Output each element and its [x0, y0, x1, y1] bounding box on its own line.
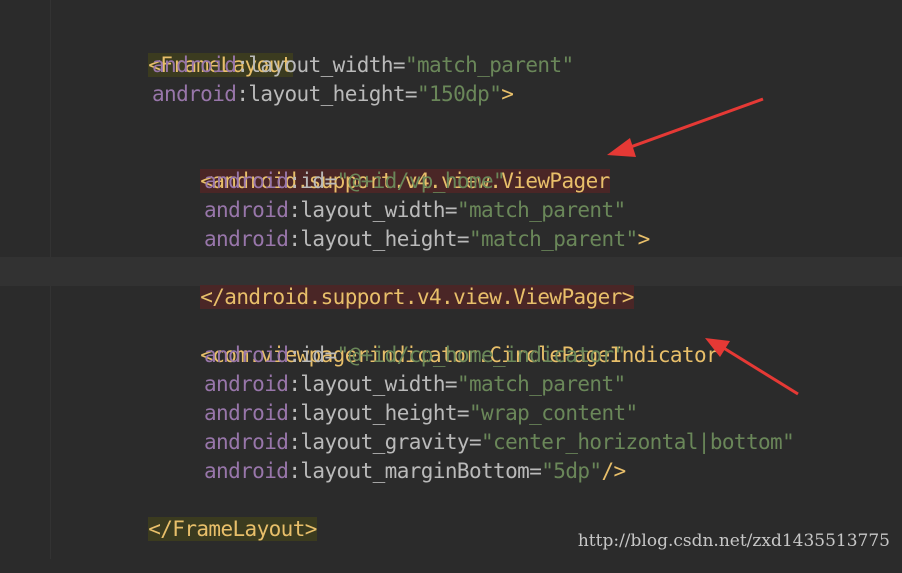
attr-separator: :	[236, 53, 249, 77]
attr-value: "match_parent"	[456, 372, 626, 396]
attr-namespace: android	[204, 459, 289, 483]
attr-namespace: android	[204, 198, 289, 222]
code-line-9: <com.viewpagerindicator.CirclePageIndica…	[152, 312, 718, 367]
code-line-12: android:layout_height="wrap_content"	[204, 399, 638, 428]
attr-separator: :	[288, 198, 301, 222]
arrow-to-viewpager-icon	[607, 97, 764, 157]
attr-equals: =	[456, 401, 470, 425]
attr-separator: :	[288, 401, 301, 425]
code-editor[interactable]: <FrameLayout android:layout_width="match…	[0, 0, 902, 559]
tag-self-close: />	[601, 459, 626, 483]
arrow-to-circlepageindicator-icon	[705, 338, 799, 396]
attr-separator: :	[288, 459, 301, 483]
attr-equals: =	[456, 227, 470, 251]
attr-value: "@+id/cp_home_indicator"	[336, 343, 627, 367]
attr-equals: =	[404, 82, 418, 106]
attr-value: "wrap_content"	[468, 401, 638, 425]
framelayout-close-tag: </FrameLayout>	[148, 517, 317, 541]
attr-namespace: android	[204, 169, 289, 193]
attr-name: layout_gravity	[300, 430, 469, 454]
attr-separator: :	[288, 343, 301, 367]
attr-value: "150dp"	[416, 82, 502, 106]
attr-equals: =	[392, 53, 406, 77]
attr-name: id	[300, 169, 325, 193]
code-line-6: android:layout_width="match_parent"	[204, 196, 626, 225]
attr-equals: =	[468, 430, 482, 454]
code-line-8: </android.support.v4.view.ViewPager>	[152, 254, 634, 309]
attr-name: layout_width	[248, 53, 393, 77]
attr-value: "match_parent"	[404, 53, 574, 77]
code-line-2: android:layout_width="match_parent"	[152, 51, 574, 80]
attr-equals: =	[529, 459, 542, 483]
attr-separator: :	[288, 227, 301, 251]
code-line-5: android:id="@+id/vp_home"	[204, 167, 506, 196]
attr-separator: :	[288, 372, 301, 396]
attr-separator: :	[236, 82, 249, 106]
attr-name: layout_marginBottom	[300, 459, 530, 483]
tag-close-bracket: >	[637, 227, 651, 251]
code-line-14: android:layout_marginBottom="5dp"/>	[204, 457, 626, 486]
attr-namespace: android	[204, 401, 289, 425]
attr-name: layout_width	[300, 372, 445, 396]
attr-equals: =	[444, 198, 458, 222]
attr-namespace: android	[204, 372, 289, 396]
source-watermark: http://blog.csdn.net/zxd1435513775	[577, 531, 890, 551]
attr-value: "@+id/vp_home"	[336, 169, 506, 193]
attr-namespace: android	[204, 343, 289, 367]
attr-namespace: android	[204, 430, 289, 454]
tag-close-bracket: >	[501, 82, 514, 106]
code-line-10: android:id="@+id/cp_home_indicator"	[204, 341, 626, 370]
attr-separator: :	[288, 169, 301, 193]
viewpager-close-tag: </android.support.v4.view.ViewPager>	[200, 285, 634, 309]
code-line-15: </FrameLayout>	[100, 486, 317, 541]
attr-equals: =	[444, 372, 458, 396]
attr-name: layout_height	[300, 401, 457, 425]
attr-namespace: android	[204, 227, 289, 251]
attr-value: "5dp"	[541, 459, 602, 483]
attr-equals: =	[324, 169, 337, 193]
attr-name: layout_height	[300, 227, 457, 251]
attr-equals: =	[324, 343, 337, 367]
code-line-1: <FrameLayout	[100, 22, 293, 77]
code-line-3: android:layout_height="150dp">	[152, 80, 514, 109]
attr-name: layout_width	[300, 198, 445, 222]
code-line-7: android:layout_height="match_parent">	[204, 225, 650, 254]
attr-name: id	[300, 343, 325, 367]
attr-value: "match_parent"	[468, 227, 638, 251]
code-line-11: android:layout_width="match_parent"	[204, 370, 626, 399]
code-line-4: <android.support.v4.view.ViewPager	[152, 138, 610, 193]
code-line-13: android:layout_gravity="center_horizonta…	[204, 428, 795, 457]
attr-value: "center_horizontal|bottom"	[481, 430, 795, 454]
attr-value: "match_parent"	[456, 198, 626, 222]
attr-namespace: android	[152, 53, 237, 77]
attr-separator: :	[288, 430, 301, 454]
attr-name: layout_height	[248, 82, 405, 106]
attr-namespace: android	[152, 82, 237, 106]
